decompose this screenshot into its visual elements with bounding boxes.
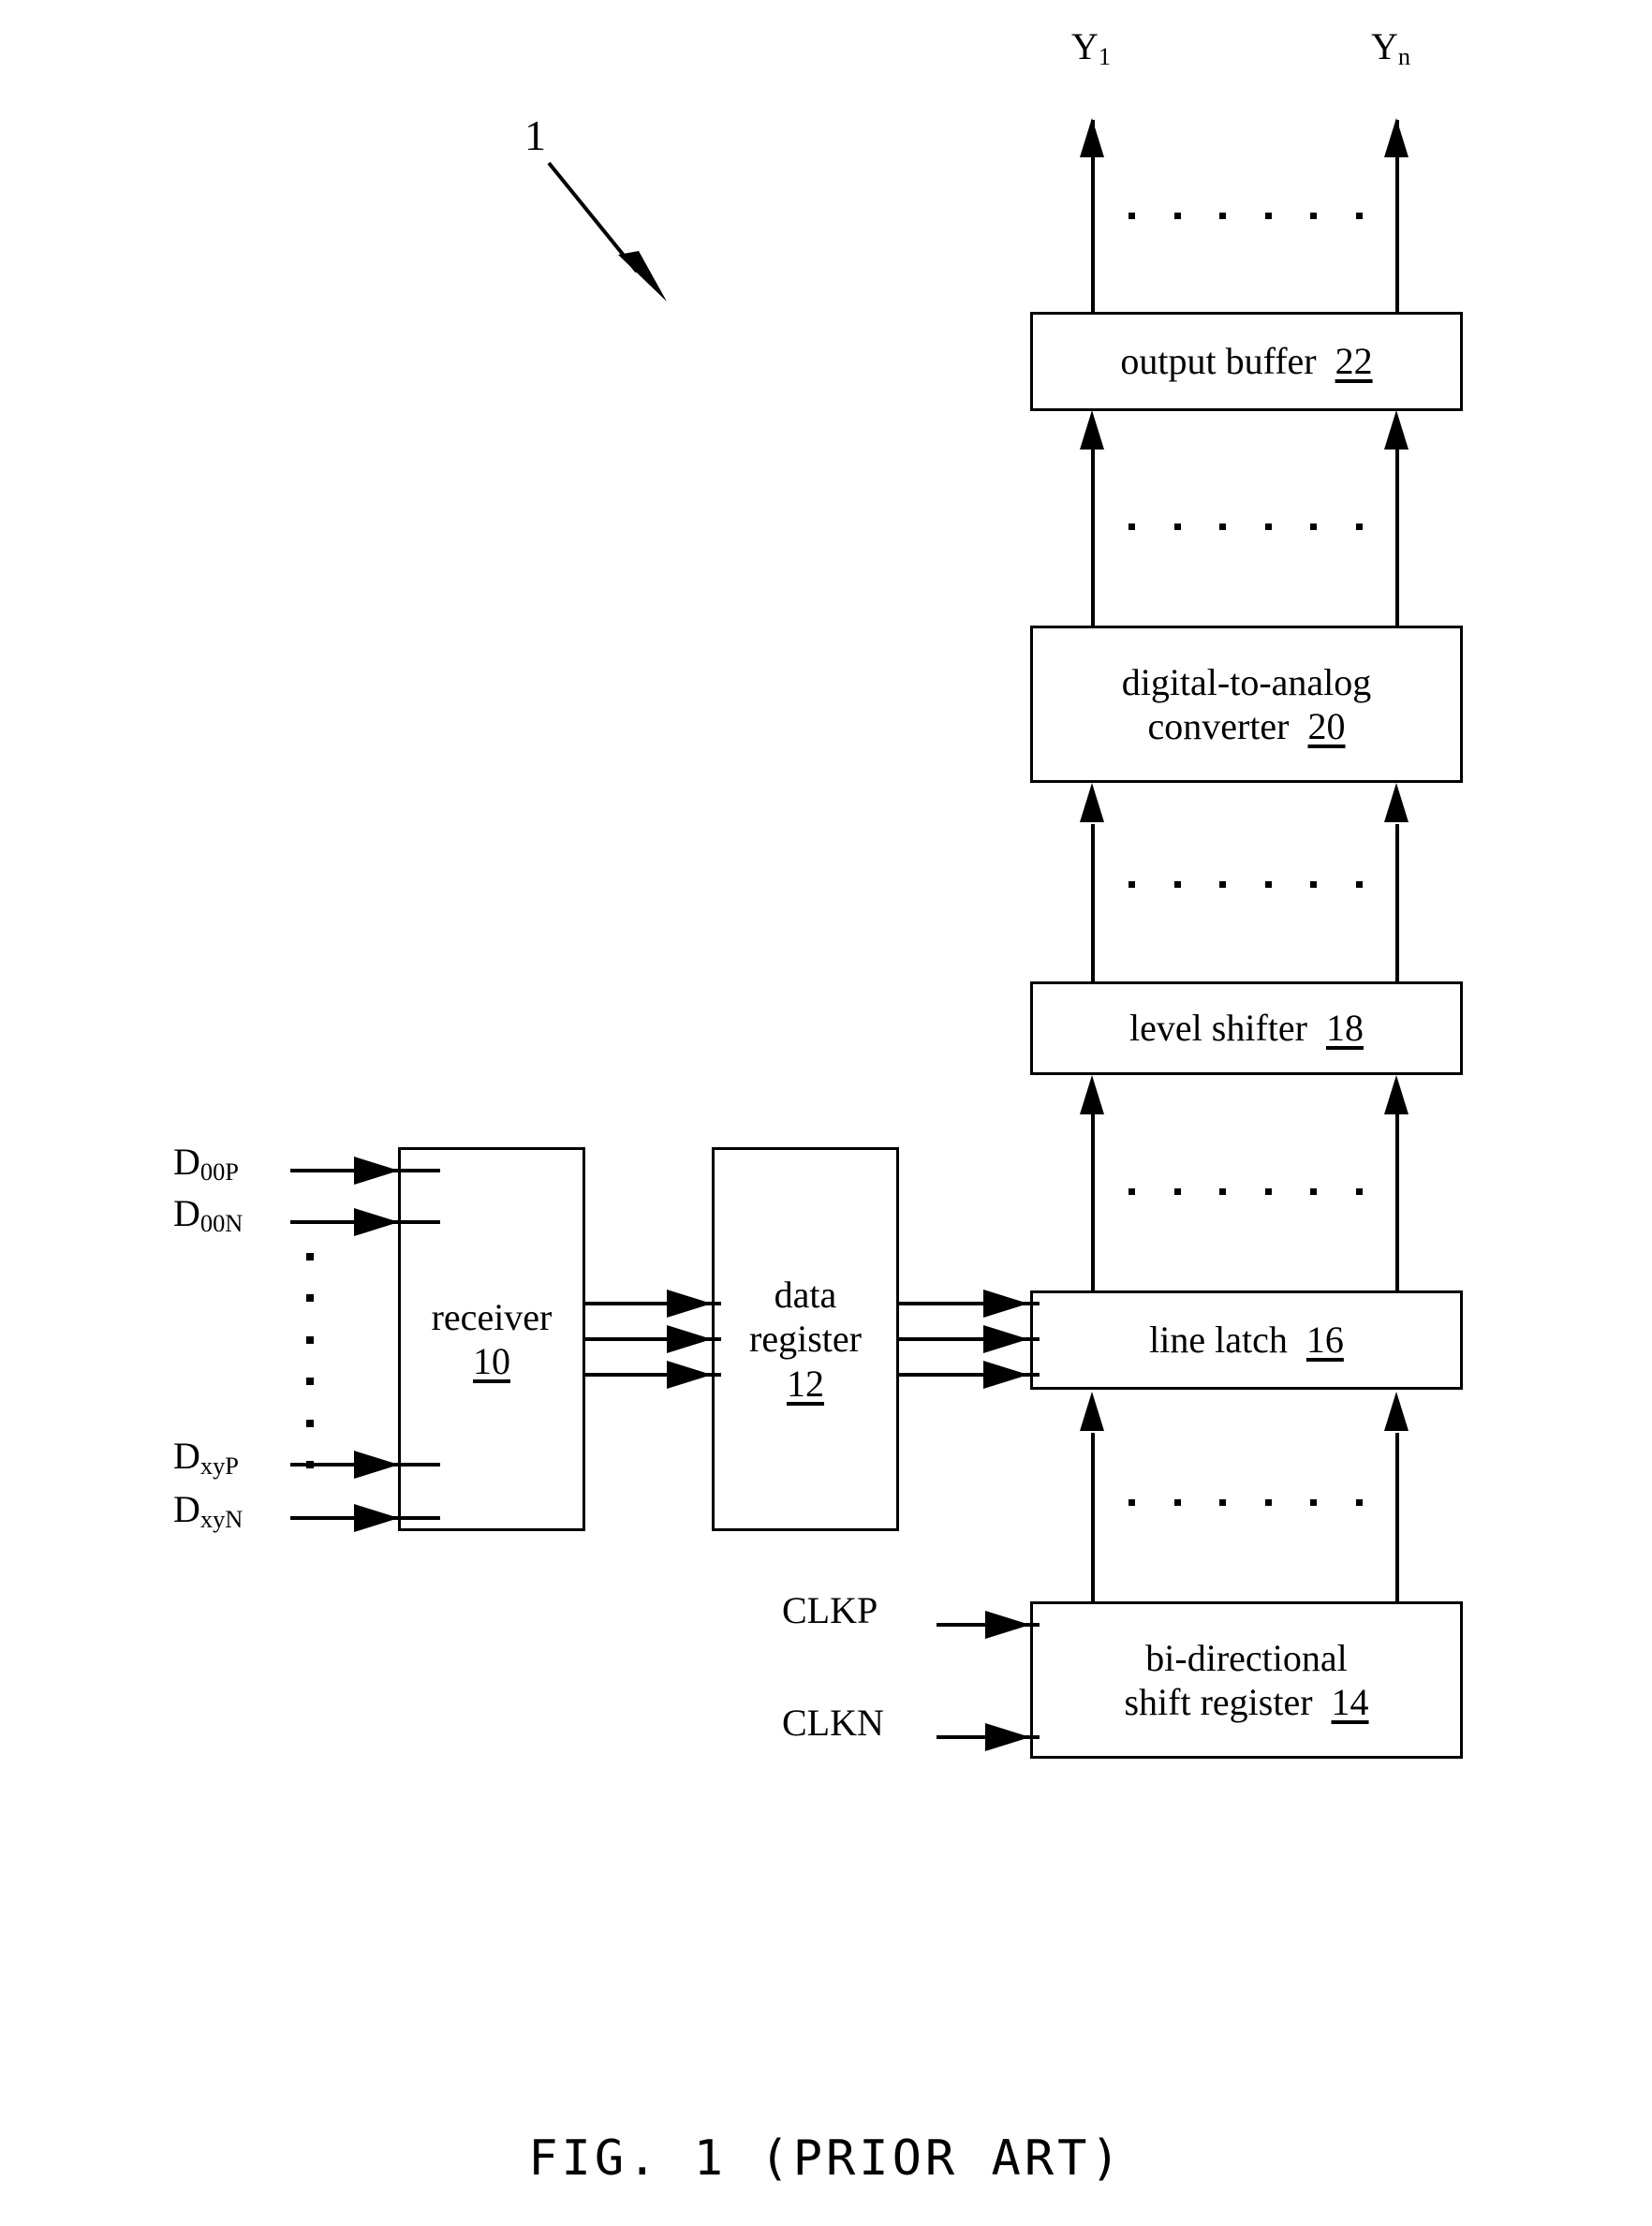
input-label-d00p-subscript: 00P (199, 1157, 239, 1186)
input-arrow-d00p-icon (354, 1157, 399, 1185)
arrow-receiver-to-data-register-2-icon (667, 1325, 712, 1353)
ellipsis-row-shift-register-line-latch (1128, 1498, 1363, 1506)
output-arrow-y1-icon (1080, 118, 1104, 157)
output-label-y1-base: Y (1071, 25, 1099, 67)
input-label-dxyn-subscript: xyN (199, 1504, 243, 1533)
block-data-register-numeral: 12 (786, 1362, 824, 1405)
link-line-latch-to-level-shifter-right (1395, 1114, 1399, 1290)
input-arrow-clkn-icon (985, 1723, 1030, 1751)
block-dac-line1: digital-to-analog (1121, 660, 1372, 703)
block-data-register: data register 12 (712, 1147, 899, 1531)
ellipsis-row-outputs (1128, 212, 1363, 219)
block-data-register-line2: register (749, 1318, 862, 1361)
link-level-shifter-to-dac-right-arrow-icon (1384, 783, 1409, 822)
block-shift-register-numeral: 14 (1331, 1681, 1369, 1723)
ellipsis-row-level-shifter-dac (1128, 880, 1363, 888)
ellipsis-column-data-inputs (306, 1253, 314, 1468)
block-shift-register-line1: bi-directional (1145, 1636, 1348, 1679)
block-level-shifter-label: level shifter (1129, 1007, 1307, 1050)
input-label-dxyn-base: D (173, 1488, 200, 1530)
figure-caption: FIG. 1 (PRIOR ART) (528, 2130, 1124, 2187)
output-arrow-yn-icon (1384, 118, 1409, 157)
link-level-shifter-to-dac-left (1091, 824, 1095, 981)
input-label-d00n-base: D (173, 1192, 200, 1234)
block-output-buffer-numeral: 22 (1335, 340, 1373, 383)
block-dac-line2: converter (1147, 705, 1290, 747)
link-level-shifter-to-dac-right (1395, 824, 1399, 981)
link-shift-register-to-line-latch-left (1091, 1433, 1095, 1601)
input-label-d00n-subscript: 00N (199, 1208, 243, 1237)
arrow-receiver-to-data-register-3-icon (667, 1361, 712, 1389)
input-arrow-d00n-icon (354, 1208, 399, 1236)
input-label-dxyp-base: D (173, 1435, 200, 1477)
link-shift-register-to-line-latch-right (1395, 1433, 1399, 1601)
input-label-clkn: CLKN (782, 1702, 884, 1744)
block-receiver-numeral: 10 (473, 1340, 510, 1382)
input-label-d00p: D00P (173, 1143, 239, 1184)
block-bidirectional-shift-register: bi-directional shift register 14 (1030, 1601, 1463, 1759)
block-receiver: receiver 10 (398, 1147, 585, 1531)
link-shift-register-to-line-latch-left-arrow-icon (1080, 1392, 1104, 1431)
block-output-buffer: output buffer 22 (1030, 312, 1463, 411)
output-label-yn-subscript: n (1397, 41, 1411, 70)
block-level-shifter: level shifter 18 (1030, 981, 1463, 1075)
arrow-data-register-to-line-latch-2-icon (983, 1325, 1028, 1353)
input-label-d00n: D00N (173, 1195, 243, 1235)
ellipsis-row-line-latch-level-shifter (1128, 1187, 1363, 1195)
block-data-register-line1: data (774, 1274, 837, 1317)
input-label-dxyp: DxyP (173, 1437, 239, 1478)
input-arrow-clkp-icon (985, 1611, 1030, 1639)
arrow-receiver-to-data-register-1-icon (667, 1290, 712, 1318)
block-level-shifter-numeral: 18 (1325, 1007, 1364, 1050)
link-shift-register-to-line-latch-right-arrow-icon (1384, 1392, 1409, 1431)
block-line-latch: line latch 16 (1030, 1290, 1463, 1390)
input-arrow-dxyp-icon (354, 1451, 399, 1479)
ellipsis-row-dac-output-buffer (1128, 523, 1363, 530)
input-label-clkp: CLKP (782, 1589, 878, 1631)
output-label-y1-subscript: 1 (1098, 41, 1112, 70)
patent-figure-page: 1 Y1 Yn output buffer 22 digital-to-anal… (0, 0, 1652, 2226)
block-line-latch-numeral: 16 (1305, 1319, 1344, 1362)
link-dac-to-output-buffer-right (1395, 450, 1399, 626)
input-arrow-dxyn-icon (354, 1504, 399, 1532)
link-line-latch-to-level-shifter-left (1091, 1114, 1095, 1290)
link-line-latch-to-level-shifter-right-arrow-icon (1384, 1075, 1409, 1114)
link-dac-to-output-buffer-right-arrow-icon (1384, 410, 1409, 450)
block-shift-register-line2: shift register (1124, 1681, 1313, 1723)
block-line-latch-label: line latch (1149, 1319, 1288, 1362)
block-receiver-label: receiver (431, 1295, 553, 1338)
arrow-data-register-to-line-latch-1-icon (983, 1290, 1028, 1318)
input-label-dxyn: DxyN (173, 1491, 243, 1531)
link-dac-to-output-buffer-left (1091, 450, 1095, 626)
output-label-y1: Y1 (1071, 28, 1111, 68)
link-dac-to-output-buffer-left-arrow-icon (1080, 410, 1104, 450)
input-label-dxyp-subscript: xyP (199, 1451, 239, 1480)
block-output-buffer-label: output buffer (1120, 340, 1317, 383)
output-label-yn: Yn (1371, 28, 1410, 68)
input-label-d00p-base: D (173, 1141, 200, 1183)
link-line-latch-to-level-shifter-left-arrow-icon (1080, 1075, 1104, 1114)
arrow-data-register-to-line-latch-3-icon (983, 1361, 1028, 1389)
output-label-yn-base: Y (1371, 25, 1398, 67)
block-dac-numeral: 20 (1307, 705, 1346, 747)
block-digital-to-analog-converter: digital-to-analog converter 20 (1030, 626, 1463, 783)
link-level-shifter-to-dac-left-arrow-icon (1080, 783, 1104, 822)
